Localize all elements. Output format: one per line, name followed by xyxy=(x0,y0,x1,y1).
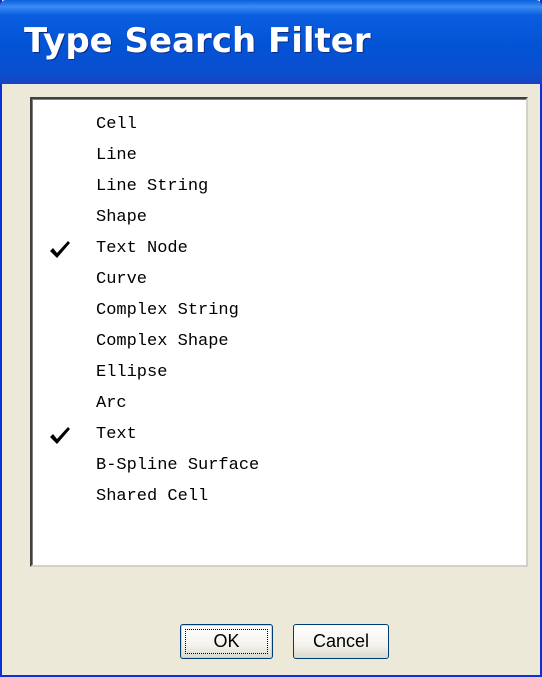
list-item-label: Complex String xyxy=(96,301,239,320)
list-item[interactable]: Text xyxy=(32,419,526,450)
list-item-label: Ellipse xyxy=(96,363,168,382)
element-type-listbox[interactable]: Cell Line Line String Shape Text Node Curve Co… xyxy=(30,97,528,567)
list-item-label: Arc xyxy=(96,394,127,413)
type-search-filter-dialog: Type Search Filter Cell Line Line String Sh… xyxy=(0,0,542,677)
focus-rectangle xyxy=(185,629,268,654)
list-item[interactable]: Shared Cell xyxy=(32,481,526,512)
title-bar[interactable]: Type Search Filter xyxy=(0,0,542,84)
list-item[interactable]: Text Node xyxy=(32,233,526,264)
list-item-label: Text Node xyxy=(96,239,188,258)
list-item[interactable]: Complex String xyxy=(32,295,526,326)
dialog-title: Type Search Filter xyxy=(24,21,371,61)
checkmark-icon xyxy=(50,241,70,258)
element-type-list: Cell Line Line String Shape Text Node Curve Co… xyxy=(32,109,526,512)
list-item[interactable]: Cell xyxy=(32,109,526,140)
list-item-label: Text xyxy=(96,425,137,444)
list-item-label: Line String xyxy=(96,177,209,196)
checkmark-icon xyxy=(50,427,70,444)
list-item-label: Cell xyxy=(96,115,137,134)
list-item-label: Shared Cell xyxy=(96,487,209,506)
list-item[interactable]: Arc xyxy=(32,388,526,419)
list-item-label: Line xyxy=(96,146,137,165)
list-item[interactable]: Curve xyxy=(32,264,526,295)
list-item[interactable]: Line String xyxy=(32,171,526,202)
list-item-label: Complex Shape xyxy=(96,332,229,351)
list-item[interactable]: Shape xyxy=(32,202,526,233)
list-item[interactable]: Complex Shape xyxy=(32,326,526,357)
list-item-label: Curve xyxy=(96,270,148,289)
list-item-label: Shape xyxy=(96,208,148,227)
cancel-button-label: Cancel xyxy=(312,631,370,651)
ok-button[interactable]: OK xyxy=(180,624,273,659)
list-item[interactable]: Ellipse xyxy=(32,357,526,388)
list-item[interactable]: Line xyxy=(32,140,526,171)
cancel-button[interactable]: Cancel xyxy=(293,624,389,659)
list-item[interactable]: B-Spline Surface xyxy=(32,450,526,481)
list-item-label: B-Spline Surface xyxy=(96,456,260,475)
